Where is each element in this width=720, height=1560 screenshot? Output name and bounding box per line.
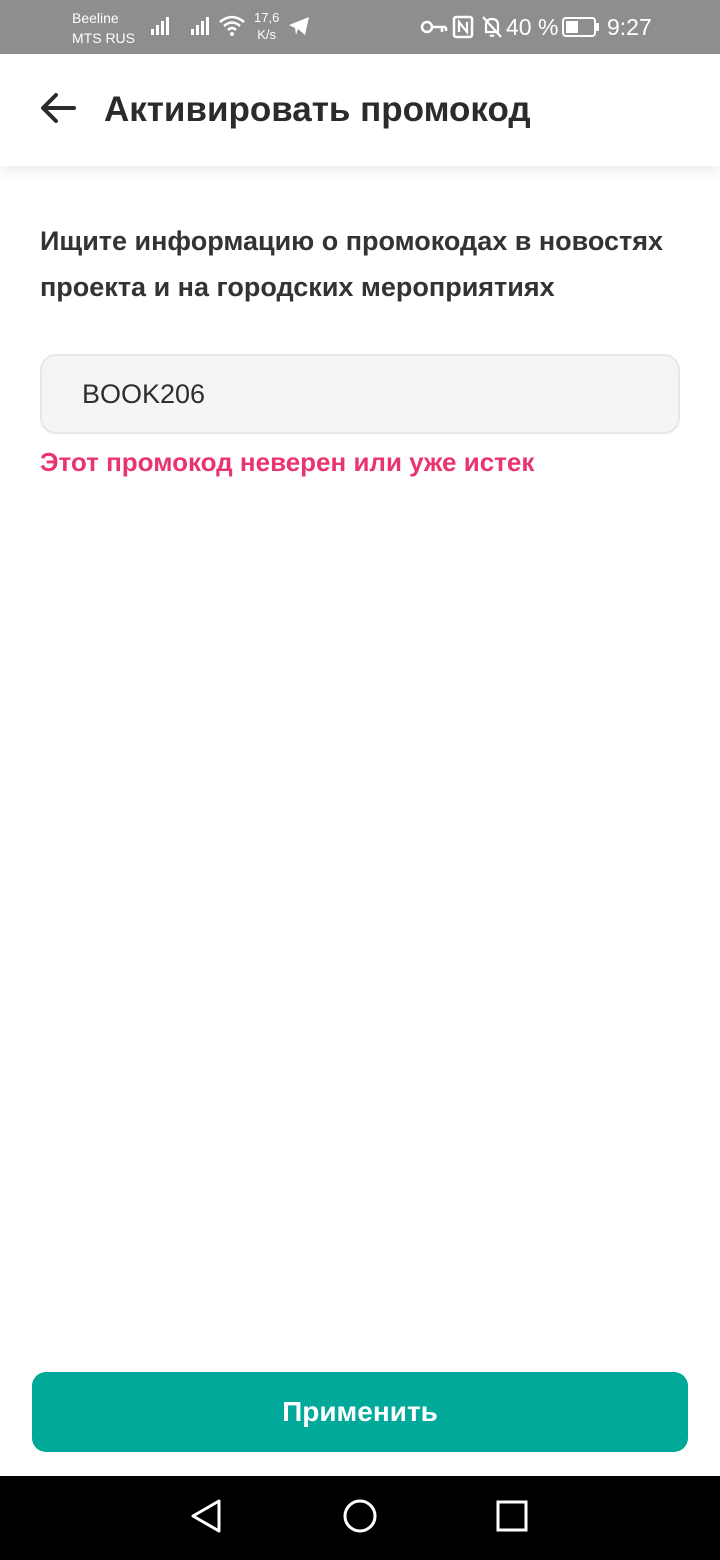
promo-code-input[interactable]	[42, 356, 678, 432]
app-bar: Активировать промокод	[0, 54, 720, 166]
back-triangle-icon	[189, 1498, 223, 1539]
nav-back-button[interactable]	[184, 1496, 228, 1540]
nav-recents-button[interactable]	[490, 1496, 534, 1540]
battery-icon	[562, 17, 600, 42]
arrow-left-icon	[38, 90, 78, 131]
status-bar: Beeline MTS RUS 17,6 K/s 40 % 9:27	[0, 0, 720, 54]
speed-value: 17,6	[254, 10, 280, 25]
speed-unit: K/s	[257, 27, 277, 42]
wifi-icon	[218, 14, 246, 43]
telegram-icon	[288, 16, 310, 41]
signal-icon	[190, 14, 212, 41]
back-button[interactable]	[32, 84, 84, 136]
clock: 9:27	[607, 14, 652, 40]
page-title: Активировать промокод	[104, 90, 531, 129]
network-speed: 17,6 K/s	[254, 9, 279, 43]
signal-icon	[150, 14, 172, 41]
carrier-2: MTS RUS	[72, 30, 135, 46]
system-nav-bar	[0, 1476, 720, 1560]
bell-off-icon	[481, 15, 503, 44]
carrier-1: Beeline	[72, 10, 119, 26]
carrier-names: Beeline MTS RUS	[72, 8, 135, 48]
nav-home-button[interactable]	[338, 1496, 382, 1540]
promo-code-field[interactable]	[40, 354, 680, 434]
home-circle-icon	[342, 1498, 378, 1539]
promo-error-message: Этот промокод неверен или уже истек	[40, 447, 535, 477]
recents-square-icon	[495, 1499, 529, 1538]
key-icon	[420, 17, 448, 42]
battery-percent: 40 %	[506, 14, 559, 40]
promo-hint-text: Ищите информацию о промокодах в новостях…	[40, 226, 664, 302]
nfc-icon	[452, 15, 474, 44]
apply-button[interactable]: Применить	[32, 1372, 688, 1452]
